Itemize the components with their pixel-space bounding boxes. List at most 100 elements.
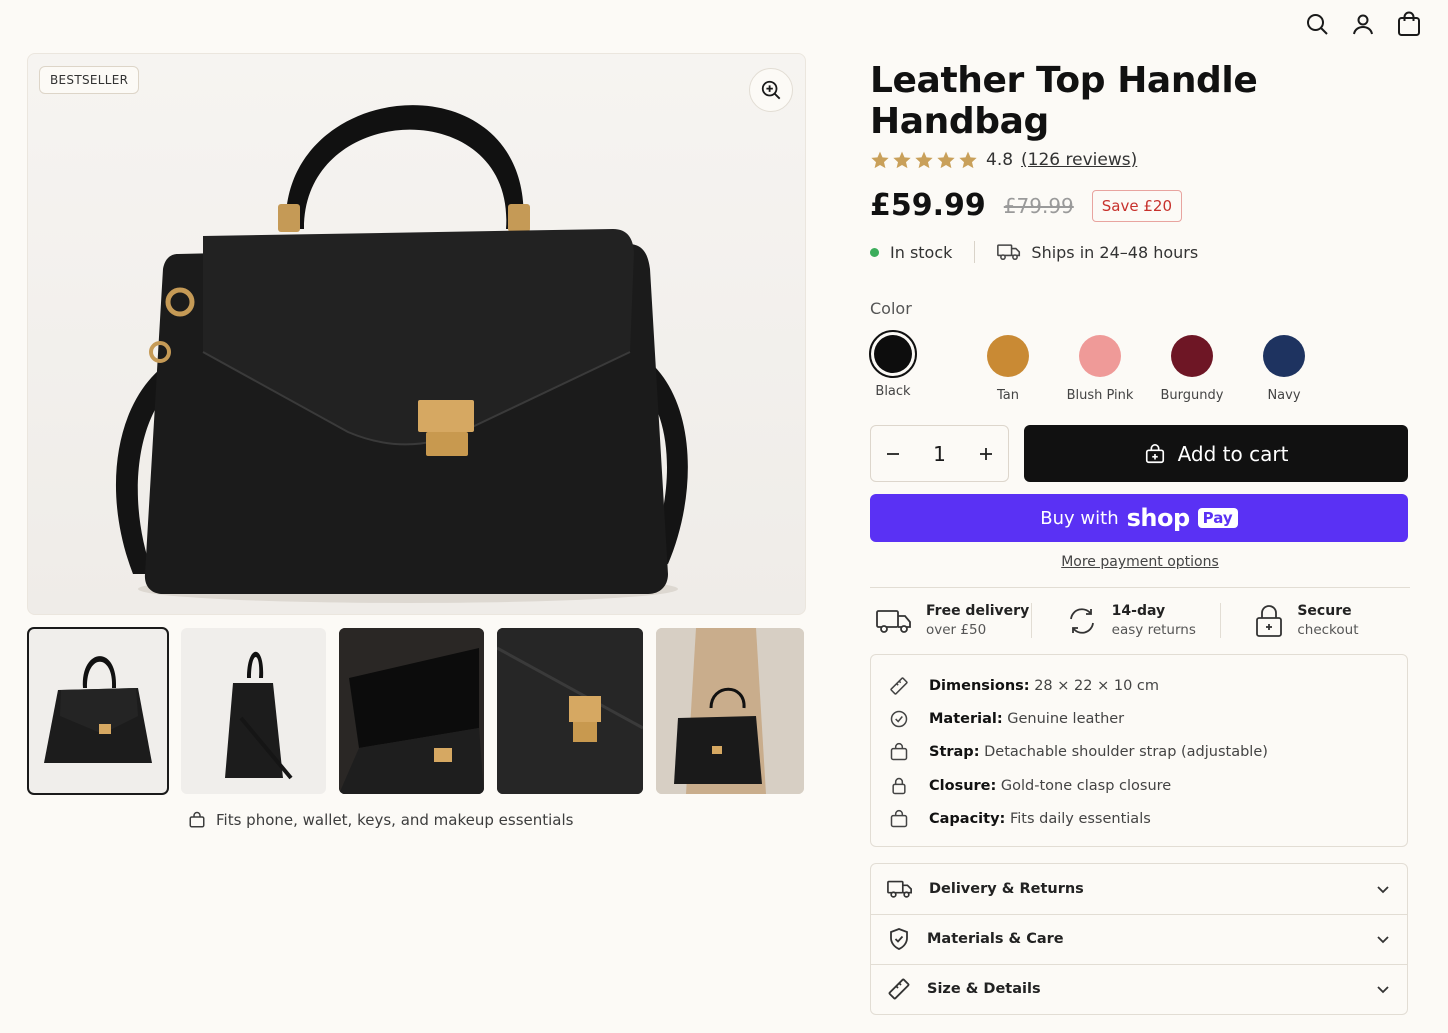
divider <box>870 587 1410 588</box>
bag-icon <box>890 743 908 761</box>
chevron-down-icon <box>1377 936 1389 944</box>
spec-material: Material: Genuine leather <box>889 702 1389 735</box>
account-icon[interactable] <box>1350 10 1376 38</box>
swatch-black[interactable]: Black <box>869 330 917 403</box>
spec-strap: Strap: Detachable shoulder strap (adjust… <box>889 736 1389 769</box>
swatch-label: Burgundy <box>1160 388 1224 403</box>
bag-icon <box>890 810 908 828</box>
perk-secure-checkout: Secure checkout <box>1220 603 1410 638</box>
thumbnail-lifestyle[interactable] <box>656 628 804 794</box>
spec-label: Dimensions: <box>929 677 1030 694</box>
truck-icon <box>997 244 1021 261</box>
header-icons <box>1304 10 1422 38</box>
chevron-down-icon <box>1377 886 1389 894</box>
price-row: £59.99 £79.99 Save £20 <box>870 188 1410 223</box>
chevron-down-icon <box>1377 986 1389 994</box>
thumbnail-interior[interactable] <box>339 628 484 794</box>
truck-icon <box>887 880 912 898</box>
thumbnail-clasp-detail[interactable] <box>497 628 643 794</box>
perk-title: Secure <box>1297 603 1352 619</box>
spec-label: Capacity: <box>929 811 1006 828</box>
increase-quantity-button[interactable] <box>978 446 994 462</box>
star-icon <box>915 151 933 169</box>
star-icon <box>893 151 911 169</box>
purchase-row: 1 Add to cart <box>870 425 1410 482</box>
spec-value: Gold-tone clasp closure <box>1000 777 1172 794</box>
thumbnail-side[interactable] <box>181 628 326 794</box>
shop-pay-button[interactable]: Buy with shop Pay <box>870 494 1408 542</box>
quantity-stepper: 1 <box>870 425 1009 482</box>
shopping-bag-icon <box>1145 443 1164 463</box>
shop-pay-prefix: Buy with <box>1040 507 1119 529</box>
returns-cycle-icon <box>1069 607 1094 634</box>
decrease-quantity-button[interactable] <box>885 446 901 462</box>
lock-icon <box>1256 604 1283 637</box>
spec-label: Material: <box>929 711 1003 728</box>
shop-pay-badge: Pay <box>1197 508 1238 528</box>
save-badge: Save £20 <box>1091 189 1182 222</box>
perk-subtitle: over £50 <box>926 622 987 638</box>
stock-dot-icon <box>870 247 879 257</box>
accordion-size-details[interactable]: Size & Details <box>871 963 1407 1014</box>
swatch-navy[interactable]: Navy <box>1238 330 1330 403</box>
swatch-label: Black <box>875 384 911 399</box>
accordion-delivery-returns[interactable]: Delivery & Returns <box>871 864 1407 914</box>
spec-capacity: Capacity: Fits daily essentials <box>889 803 1389 836</box>
spec-label: Strap: <box>929 744 980 761</box>
perk-free-delivery: Free delivery over £50 <box>870 603 1031 638</box>
lock-icon <box>892 777 906 795</box>
product-info: Leather Top Handle Handbag 4.8 (126 revi… <box>869 60 1410 1015</box>
fits-note: Fits phone, wallet, keys, and makeup ess… <box>188 811 573 829</box>
minus-icon <box>887 452 899 455</box>
more-payment-options-link[interactable]: More payment options <box>870 554 1410 570</box>
plus-icon <box>979 447 992 460</box>
accordion-materials-care[interactable]: Materials & Care <box>871 913 1407 964</box>
perk-subtitle: easy returns <box>1111 622 1196 638</box>
perk-title: Free delivery <box>926 603 1030 619</box>
stock-status: In stock <box>890 242 953 262</box>
specifications-list: Dimensions: 28 × 22 × 10 cm Material: Ge… <box>870 654 1408 847</box>
ruler-icon <box>890 677 908 695</box>
spec-closure: Closure: Gold-tone clasp closure <box>889 769 1389 802</box>
thumbnail-front[interactable] <box>27 627 169 795</box>
fits-note-text: Fits phone, wallet, keys, and makeup ess… <box>216 811 574 829</box>
reviews-link[interactable]: (126 reviews) <box>1021 150 1137 170</box>
info-accordion: Delivery & Returns Materials & Care Size… <box>870 862 1408 1015</box>
thumbnail-strip <box>27 627 804 795</box>
swatch-label: Blush Pink <box>1066 388 1134 403</box>
perks-row: Free delivery over £50 14-day easy retur… <box>870 603 1410 638</box>
spec-value: Fits daily essentials <box>1009 811 1151 828</box>
delivery-truck-icon <box>876 609 911 633</box>
swatch-tan[interactable]: Tan <box>962 330 1054 403</box>
accordion-label: Materials & Care <box>927 931 1064 948</box>
add-to-cart-button[interactable]: Add to cart <box>1024 425 1408 482</box>
compare-price: £79.99 <box>1003 193 1074 218</box>
color-swatches: Black Tan Blush Pink Burgundy Navy <box>869 330 1410 403</box>
swatch-blush-pink[interactable]: Blush Pink <box>1054 330 1146 403</box>
perk-title: 14-day <box>1111 603 1166 619</box>
spec-label: Closure: <box>929 777 997 794</box>
perk-returns: 14-day easy returns <box>1030 603 1221 638</box>
divider <box>974 241 976 263</box>
star-icon <box>937 151 955 169</box>
swatch-label: Tan <box>997 388 1019 403</box>
product-main-image[interactable]: BESTSELLER <box>27 53 806 615</box>
quantity-value[interactable]: 1 <box>933 442 946 466</box>
sale-price: £59.99 <box>870 188 986 223</box>
handbag-illustration <box>115 105 688 603</box>
accordion-label: Delivery & Returns <box>929 880 1084 897</box>
rating-value: 4.8 <box>986 150 1014 170</box>
swatch-burgundy[interactable]: Burgundy <box>1146 330 1238 403</box>
star-rating <box>870 150 978 170</box>
cart-icon[interactable] <box>1396 10 1422 38</box>
product-title: Leather Top Handle Handbag <box>870 60 1258 142</box>
leaf-check-icon <box>890 710 908 728</box>
spec-value: Detachable shoulder strap (adjustable) <box>984 744 1268 761</box>
shipping-time: Ships in 24–48 hours <box>1031 242 1199 262</box>
rating-row: 4.8 (126 reviews) <box>870 150 1410 170</box>
perk-subtitle: checkout <box>1297 622 1359 638</box>
spec-dimensions: Dimensions: 28 × 22 × 10 cm <box>889 669 1389 702</box>
search-icon[interactable] <box>1304 10 1330 38</box>
color-label: Color <box>870 299 912 318</box>
shop-pay-logo: shop <box>1126 504 1191 532</box>
